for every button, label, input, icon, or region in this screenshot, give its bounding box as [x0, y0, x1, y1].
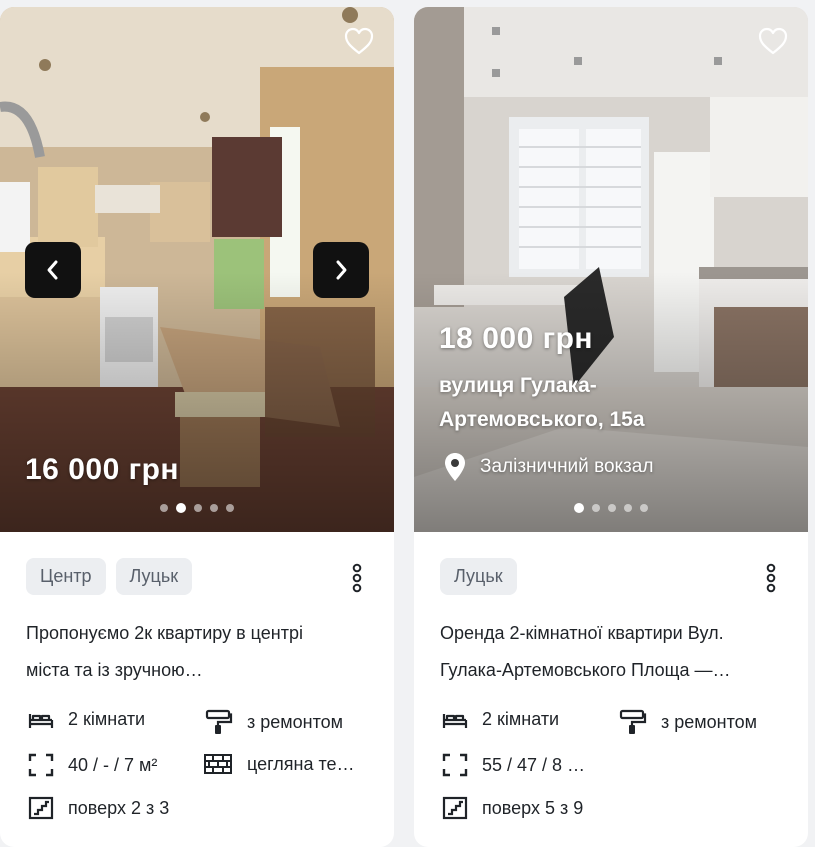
prev-photo-button[interactable]: [25, 242, 81, 298]
feature-repair: з ремонтом: [205, 709, 343, 735]
more-options-button[interactable]: [761, 563, 781, 593]
chevron-right-icon: [336, 260, 347, 280]
map-pin-icon: [445, 453, 465, 481]
feature-floor-text: поверх 2 з 3: [68, 797, 170, 818]
feature-floor-text: поверх 5 з 9: [482, 797, 584, 818]
vertical-dots-icon: [766, 563, 776, 593]
favorite-button[interactable]: [758, 27, 788, 55]
listing-price: 18 000 грн: [439, 322, 594, 355]
feature-area: 55 / 47 / 8 …: [442, 753, 585, 777]
area-icon: [28, 753, 54, 777]
listing-photo[interactable]: 18 000 грн вулиця Гулака- Артемовського,…: [414, 7, 808, 532]
favorite-button[interactable]: [344, 27, 374, 55]
next-photo-button[interactable]: [313, 242, 369, 298]
feature-area: 40 / - / 7 м²: [28, 753, 157, 777]
paint-roller-icon: [619, 709, 647, 734]
chevron-left-icon: [47, 260, 58, 280]
feature-floor: поверх 5 з 9: [442, 796, 583, 820]
vertical-dots-icon: [352, 563, 362, 593]
feature-rooms-text: 2 кімнати: [68, 709, 146, 729]
feature-floor: поверх 2 з 3: [28, 796, 169, 820]
listing-price: 16 000 грн: [25, 453, 180, 486]
description-line: Гулака-Артемовського Площа —…: [440, 660, 731, 680]
tag-city[interactable]: Луцьк: [440, 558, 517, 595]
slide-dot-active[interactable]: [574, 503, 584, 513]
tag-list: Центр Луцьк: [26, 558, 193, 595]
feature-walls: цегляна те…: [203, 753, 355, 775]
location-text: Залізничний вокзал: [480, 456, 654, 477]
slide-dot[interactable]: [640, 504, 648, 512]
more-options-button[interactable]: [347, 563, 367, 593]
description-line: Оренда 2-кімнатної квартири Вул.: [440, 623, 724, 643]
feature-area-text: 40 / - / 7 м²: [68, 754, 158, 775]
listing-description[interactable]: Пропонуємо 2к квартиру в центрі міста та…: [26, 615, 376, 689]
slide-dot[interactable]: [210, 504, 218, 512]
tag-list: Луцьк: [440, 558, 517, 595]
feature-repair-text: з ремонтом: [247, 711, 344, 732]
slide-dot-active[interactable]: [176, 503, 186, 513]
slide-indicator: [414, 503, 808, 513]
stairs-icon: [28, 796, 54, 820]
feature-walls-text: цегляна те…: [247, 753, 355, 774]
feature-repair: з ремонтом: [619, 709, 757, 735]
heart-icon: [758, 27, 788, 55]
description-line: Пропонуємо 2к квартиру в центрі: [26, 623, 303, 643]
slide-dot[interactable]: [624, 504, 632, 512]
photo-gradient: [0, 272, 394, 532]
listing-photo[interactable]: 16 000 грн: [0, 7, 394, 532]
listing-card-1[interactable]: 16 000 грн Центр Луцьк Пропонуємо 2к ква…: [0, 7, 394, 847]
slide-dot[interactable]: [226, 504, 234, 512]
slide-indicator: [0, 503, 394, 513]
listing-location[interactable]: Залізничний вокзал: [444, 452, 653, 482]
feature-rooms: 2 кімнати: [442, 709, 559, 730]
feature-rooms: 2 кімнати: [28, 709, 145, 730]
tag-city[interactable]: Луцьк: [115, 558, 193, 595]
brick-wall-icon: [204, 754, 232, 774]
tag-district[interactable]: Центр: [26, 558, 106, 595]
description-line: міста та із зручною…: [26, 660, 203, 680]
listing-description[interactable]: Оренда 2-кімнатної квартири Вул. Гулака-…: [440, 615, 790, 689]
listing-address: вулиця Гулака- Артемовського, 15а: [439, 369, 739, 437]
feature-repair-text: з ремонтом: [661, 711, 758, 732]
slide-dot[interactable]: [592, 504, 600, 512]
bed-icon: [28, 713, 54, 728]
feature-area-text: 55 / 47 / 8 …: [482, 754, 586, 775]
slide-dot[interactable]: [160, 504, 168, 512]
heart-icon: [344, 27, 374, 55]
bed-icon: [442, 713, 468, 728]
stairs-icon: [442, 796, 468, 820]
feature-rooms-text: 2 кімнати: [482, 709, 560, 729]
address-line: вулиця Гулака-: [439, 374, 597, 397]
slide-dot[interactable]: [194, 504, 202, 512]
area-icon: [442, 753, 468, 777]
paint-roller-icon: [205, 709, 233, 734]
listing-card-2[interactable]: 18 000 грн вулиця Гулака- Артемовського,…: [414, 7, 808, 847]
address-line: Артемовського, 15а: [439, 408, 645, 431]
slide-dot[interactable]: [608, 504, 616, 512]
